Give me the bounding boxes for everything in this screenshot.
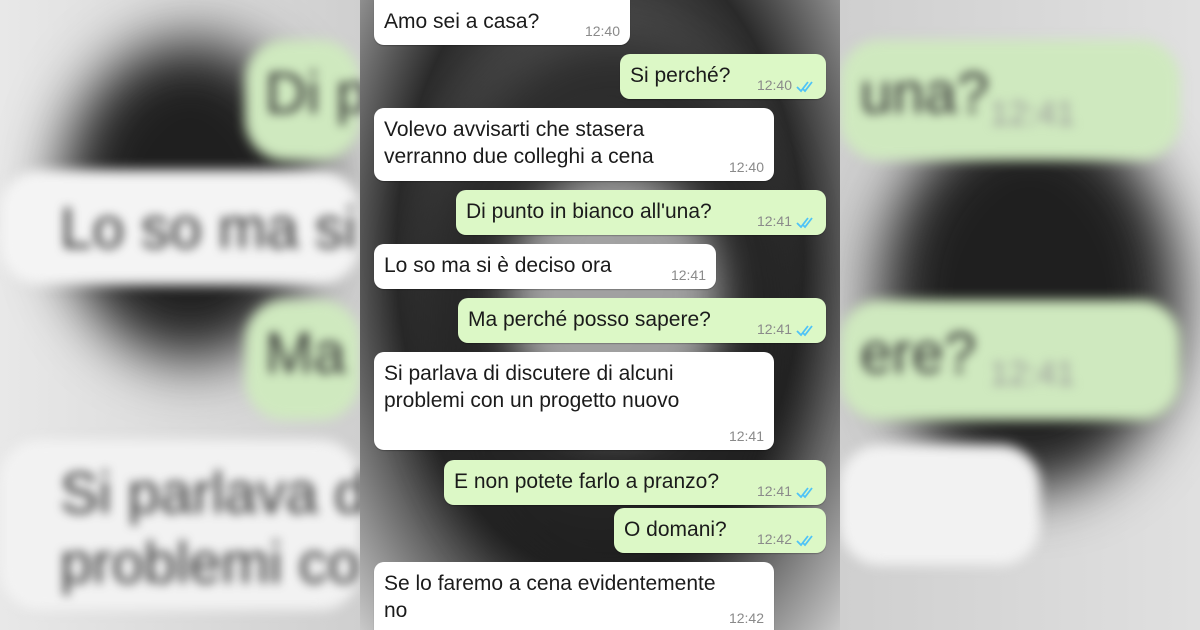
message-time: 12:40: [756, 77, 792, 93]
message-bubble-incoming[interactable]: Volevo avvisarti che stasera verranno du…: [374, 108, 774, 181]
backdrop-text: una?: [860, 61, 990, 126]
backdrop-time: 12:41: [990, 355, 1076, 393]
backdrop-text: Si parlava d: [60, 461, 367, 526]
message-time: 12:42: [756, 531, 792, 547]
message-time: 12:41: [756, 483, 792, 499]
message-time: 12:41: [756, 213, 792, 229]
chat-conversation[interactable]: Amo sei a casa? 12:40 Si perché? 12:40 V…: [360, 0, 840, 630]
message-bubble-incoming[interactable]: Se lo faremo a cena evidentemente no 12:…: [374, 562, 774, 630]
backdrop-time: 12:41: [990, 95, 1076, 133]
read-ticks-icon: [796, 217, 813, 229]
read-ticks-icon: [796, 81, 813, 93]
message-time: 12:41: [670, 267, 706, 283]
backdrop-text: Ma: [265, 321, 346, 386]
message-bubble-outgoing[interactable]: Si perché? 12:40: [620, 54, 826, 99]
message-bubble-incoming[interactable]: Lo so ma si è deciso ora 12:41: [374, 244, 716, 289]
message-bubble-outgoing[interactable]: Di punto in bianco all'una? 12:41: [456, 190, 826, 235]
backdrop-text: problemi co: [60, 531, 360, 596]
message-text: Lo so ma si è deciso ora: [384, 254, 612, 277]
message-bubble-incoming[interactable]: Si parlava di discutere di alcuni proble…: [374, 352, 774, 450]
message-time: 12:42: [728, 610, 764, 626]
backdrop-text: Di p: [265, 61, 369, 126]
message-time: 12:41: [756, 321, 792, 337]
read-ticks-icon: [796, 325, 813, 337]
message-time: 12:40: [584, 23, 620, 39]
read-ticks-icon: [796, 535, 813, 547]
message-bubble-incoming[interactable]: Amo sei a casa? 12:40: [374, 0, 630, 45]
message-bubble-outgoing[interactable]: Ma perché posso sapere? 12:41: [458, 298, 826, 343]
read-ticks-icon: [796, 487, 813, 499]
message-bubble-outgoing[interactable]: E non potete farlo a pranzo? 12:41: [444, 460, 826, 505]
message-time: 12:40: [728, 159, 764, 175]
message-text: Volevo avvisarti che stasera verranno du…: [384, 118, 654, 168]
message-bubble-outgoing[interactable]: O domani? 12:42: [614, 508, 826, 553]
backdrop-bubble: [840, 445, 1040, 565]
message-text: Se lo faremo a cena evidentemente no: [384, 572, 716, 622]
backdrop-text: Lo so ma si: [60, 196, 357, 261]
backdrop-text: ere?: [860, 321, 977, 386]
message-time: 12:41: [728, 428, 764, 444]
message-text: Si parlava di discutere di alcuni proble…: [384, 362, 680, 412]
